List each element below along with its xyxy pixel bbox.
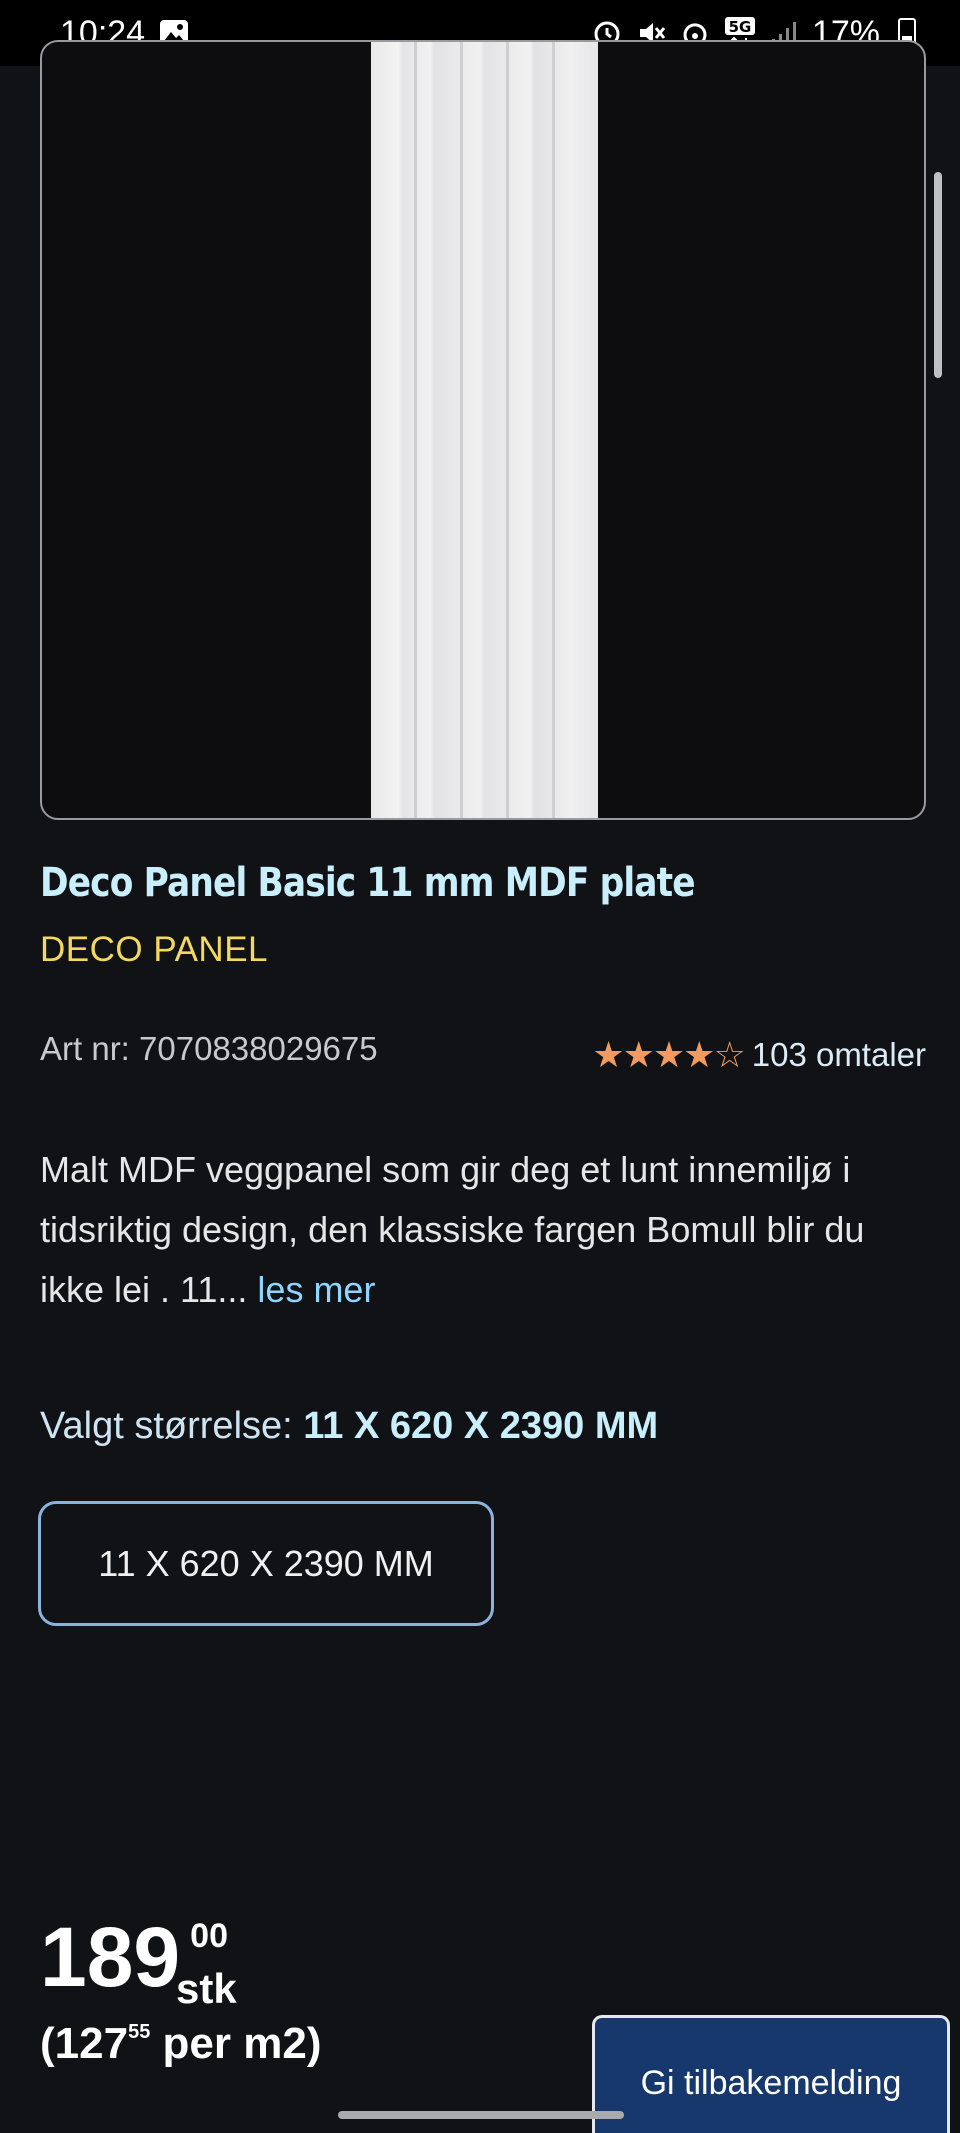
panel-groove	[414, 42, 417, 818]
price-per-unit: per m2)	[150, 2019, 322, 2068]
selected-size-label: Valgt størrelse: 11 X 620 X 2390 MM	[40, 1405, 658, 1448]
panel-groove	[460, 42, 463, 818]
description-text: Malt MDF veggpanel som gir deg et lunt i…	[40, 1149, 865, 1310]
rating[interactable]: ★★★★☆ 103 omtaler	[592, 1034, 926, 1076]
product-title: Deco Panel Basic 11 mm MDF plate	[40, 860, 696, 906]
panel-groove	[506, 42, 509, 818]
size-label-text: Valgt størrelse:	[40, 1405, 293, 1447]
panel-groove	[552, 42, 555, 818]
size-option-button[interactable]: 11 X 620 X 2390 MM	[38, 1501, 494, 1626]
brand-link[interactable]: DECO PANEL	[40, 930, 268, 970]
price-per-decimals: 55	[128, 2021, 151, 2043]
price-per-m2: (12755 per m2)	[40, 2019, 322, 2069]
read-more-link[interactable]: les mer	[257, 1269, 375, 1310]
price-block: 189 00 stk (12755 per m2)	[40, 1915, 322, 2069]
feedback-button[interactable]: Gi tilbakemelding	[592, 2015, 950, 2133]
price-unit: stk	[175, 1965, 237, 2012]
panel-board-image	[371, 42, 598, 818]
article-number: Art nr: 7070838029675	[40, 1030, 378, 1067]
price-decimals: 00	[190, 1917, 228, 1955]
gesture-nav-handle[interactable]	[338, 2111, 624, 2119]
svg-text:5G: 5G	[729, 18, 752, 36]
price-per-open: (127	[40, 2019, 129, 2068]
product-description: Malt MDF veggpanel som gir deg et lunt i…	[40, 1140, 920, 1320]
selected-size-value: 11 X 620 X 2390 MM	[303, 1405, 659, 1447]
star-rating-icon: ★★★★☆	[592, 1034, 745, 1075]
product-image[interactable]	[40, 40, 926, 820]
price-integer: 189	[40, 1910, 181, 2004]
scrollbar[interactable]	[934, 172, 942, 378]
review-count[interactable]: 103 omtaler	[752, 1036, 926, 1074]
